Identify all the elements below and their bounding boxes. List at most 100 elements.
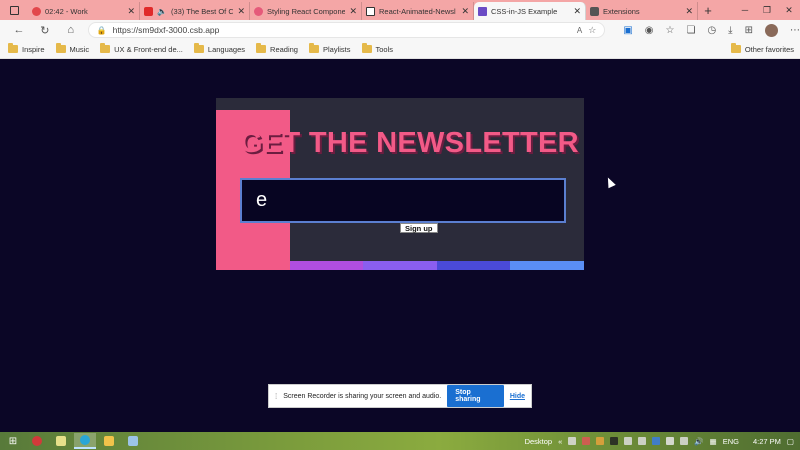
tray-chevron-icon[interactable]: « <box>558 437 562 446</box>
notifications-icon[interactable]: ▢ <box>787 437 794 446</box>
downloads-icon[interactable]: ⤓ <box>728 25 732 36</box>
extensions-favicon-icon <box>590 6 599 16</box>
close-tab-icon[interactable]: ✕ <box>461 6 469 17</box>
folder-icon <box>100 43 111 53</box>
hide-link[interactable]: Hide <box>510 393 525 400</box>
bookmark-label: Languages <box>207 44 246 54</box>
close-tab-icon[interactable]: ✕ <box>349 6 357 17</box>
edge-icon <box>80 435 90 445</box>
favorite-star-icon[interactable]: ☆ <box>588 25 596 36</box>
close-tab-icon[interactable]: ✕ <box>237 6 245 17</box>
tab-actions-button[interactable] <box>0 0 28 20</box>
tray-app-icon[interactable] <box>596 437 605 445</box>
apps-icon[interactable]: ⊞ <box>745 25 753 36</box>
taskbar-app-2[interactable] <box>50 433 72 449</box>
tab-youtube[interactable]: 🔈 (33) The Best Of C ✕ <box>140 2 250 20</box>
other-favorites[interactable]: Other favorites <box>730 43 794 54</box>
extension-icon[interactable]: ◉ <box>645 25 654 36</box>
recorder-icon <box>128 436 138 446</box>
new-tab-button[interactable]: + <box>698 3 718 18</box>
tab-work[interactable]: 02:42 - Work ✕ <box>28 2 140 20</box>
battery-icon[interactable] <box>680 437 689 445</box>
screen-share-icon[interactable]: ▣ <box>623 25 632 36</box>
clock[interactable]: 4:27 PM <box>753 437 781 446</box>
lock-icon[interactable]: 🔒 <box>97 26 107 35</box>
tab-strip: 02:42 - Work ✕ 🔈 (33) The Best Of C ✕ St… <box>0 0 800 20</box>
folder-icon <box>55 43 66 53</box>
language-indicator[interactable]: ENG <box>723 437 739 446</box>
restore-icon[interactable]: ❐ <box>756 0 778 20</box>
more-menu-icon[interactable]: ⋯ <box>790 25 800 36</box>
close-window-icon[interactable]: ✕ <box>778 0 800 20</box>
speaker-icon[interactable]: 🔈 <box>157 7 167 16</box>
tab-extensions[interactable]: Extensions ✕ <box>586 2 698 20</box>
back-icon[interactable]: ← <box>6 24 32 36</box>
codesandbox-favicon-icon <box>478 6 487 16</box>
profile-avatar[interactable] <box>764 23 778 37</box>
bookmark-label: Inspire <box>22 44 45 54</box>
folder-icon <box>8 43 18 53</box>
close-tab-icon[interactable]: ✕ <box>127 6 135 17</box>
history-icon[interactable]: ◷ <box>707 25 716 36</box>
bookmark-label: Reading <box>270 44 298 54</box>
tab-title: Extensions <box>603 6 640 16</box>
tray-app-icon[interactable] <box>666 437 675 445</box>
taskbar-recorder[interactable] <box>122 433 144 449</box>
close-tab-icon[interactable]: ✕ <box>573 6 581 17</box>
tray-app-icon[interactable] <box>610 437 619 445</box>
window-controls: ─ ❐ ✕ <box>734 0 800 20</box>
tab-title: React-Animated-Newsl <box>379 6 456 16</box>
shield-icon[interactable] <box>638 437 647 445</box>
minimize-icon[interactable]: ─ <box>734 0 756 20</box>
tab-css-in-js[interactable]: CSS-in-JS Example ✕ <box>474 2 586 20</box>
folder-icon <box>104 436 114 446</box>
folder-icon <box>308 43 319 53</box>
stripe-segment-3 <box>437 261 510 270</box>
work-favicon-icon <box>32 6 41 16</box>
email-input[interactable]: e <box>240 178 566 223</box>
bookmark-folder-reading[interactable]: Reading <box>256 43 298 54</box>
bookmark-label: Music <box>69 44 90 54</box>
start-button[interactable]: ⊞ <box>2 433 24 449</box>
volume-icon[interactable]: 🔊 <box>694 437 703 446</box>
bookmark-folder-ux[interactable]: UX & Front-end de... <box>100 43 183 54</box>
url-text: https://sm9dxf-3000.csb.app <box>112 25 220 35</box>
network-icon[interactable]: ▦ <box>710 437 717 446</box>
bookmark-folder-music[interactable]: Music <box>55 43 90 54</box>
system-tray: Desktop « 🔊 ▦ ENG 4:27 PM ▢ <box>525 432 794 450</box>
tray-app-icon[interactable] <box>624 437 633 445</box>
tab-actions-icon <box>9 5 19 15</box>
tray-app-icon[interactable] <box>582 437 591 445</box>
home-icon[interactable]: ⌂ <box>58 24 84 36</box>
address-bar-row: ← ↻ ⌂ 🔒 https://sm9dxf-3000.csb.app A ☆ … <box>0 20 800 40</box>
bluetooth-icon[interactable] <box>652 437 661 445</box>
taskbar-explorer[interactable] <box>98 433 120 449</box>
youtube-favicon-icon <box>144 6 153 16</box>
windows-logo-icon: ⊞ <box>8 435 18 447</box>
tab-styling-react[interactable]: Styling React Compone ✕ <box>250 2 362 20</box>
favorites-icon[interactable]: ☆ <box>666 25 675 36</box>
taskbar-edge[interactable] <box>74 433 96 449</box>
bookmark-folder-tools[interactable]: Tools <box>361 43 393 54</box>
tab-react-animated[interactable]: React-Animated-Newsl ✕ <box>362 2 474 20</box>
signup-button[interactable]: Sign up <box>400 223 438 233</box>
folder-icon <box>193 43 204 53</box>
taskbar-app-1[interactable] <box>26 433 48 449</box>
close-tab-icon[interactable]: ✕ <box>685 6 693 17</box>
folder-icon <box>361 43 372 53</box>
drag-handle-icon[interactable]: ⁞ <box>275 392 277 401</box>
bookmark-folder-languages[interactable]: Languages <box>193 43 246 54</box>
stop-sharing-button[interactable]: Stop sharing <box>447 385 504 407</box>
read-aloud-icon[interactable]: A <box>577 26 582 35</box>
newsletter-headline: GET THE NEWSLETTER <box>240 127 579 159</box>
refresh-icon[interactable]: ↻ <box>32 24 58 37</box>
collections-icon[interactable]: ❏ <box>686 25 695 36</box>
address-field[interactable]: 🔒 https://sm9dxf-3000.csb.app A ☆ <box>87 22 606 38</box>
tab-title: CSS-in-JS Example <box>491 6 558 16</box>
bookmark-folder-playlists[interactable]: Playlists <box>308 43 351 54</box>
bookmark-folder-inspire[interactable]: Inspire <box>8 43 45 54</box>
desktop-toolbar-label[interactable]: Desktop <box>525 437 553 446</box>
tray-app-icon[interactable] <box>568 437 577 445</box>
other-favorites-label: Other favorites <box>744 44 794 54</box>
folder-icon <box>730 43 741 53</box>
